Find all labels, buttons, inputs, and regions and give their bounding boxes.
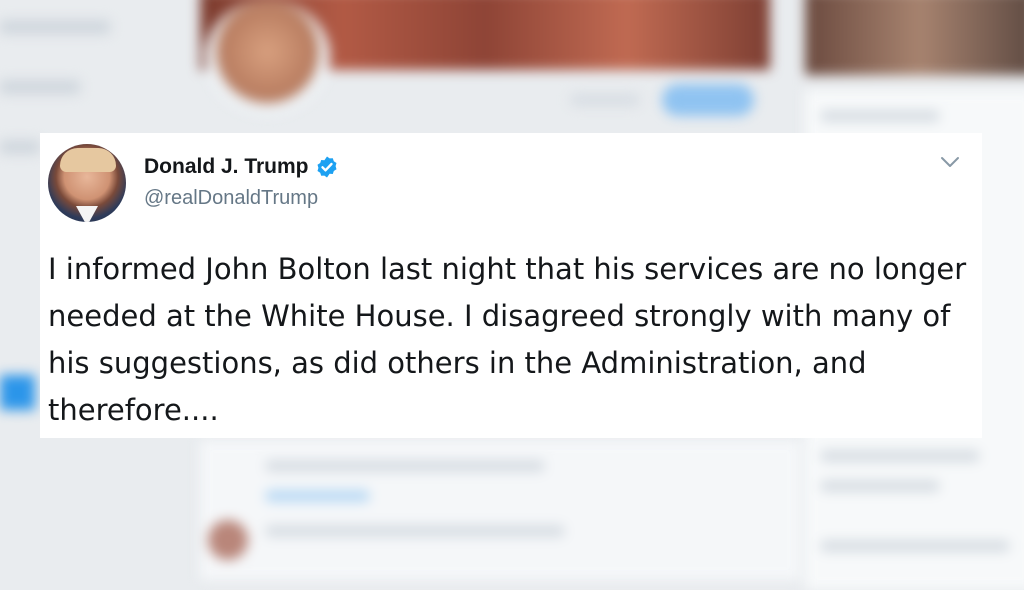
background-blue-tab: [0, 375, 35, 410]
avatar[interactable]: [48, 144, 126, 222]
tweet-card: Donald J. Trump @realDonaldTrump I infor…: [40, 133, 982, 438]
background-panel-heading: [820, 110, 940, 122]
background-tweet-avatar: [208, 520, 248, 560]
background-sidebar-item: [0, 20, 110, 34]
author-row: Donald J. Trump: [144, 155, 339, 179]
background-side-image: [805, 0, 1024, 75]
avatar-collar: [76, 206, 98, 222]
background-follow-button: [662, 84, 754, 116]
author-name[interactable]: Donald J. Trump: [144, 155, 309, 179]
author-handle[interactable]: @realDonaldTrump: [144, 187, 318, 210]
verified-badge-icon: [317, 156, 337, 178]
chevron-down-icon[interactable]: [940, 155, 960, 169]
background-panel-line: [820, 450, 980, 462]
background-profile-avatar: [205, 0, 330, 115]
background-tweet-actions: [265, 460, 545, 472]
background-link: [265, 490, 370, 502]
avatar-hair: [60, 148, 116, 172]
background-panel-line: [820, 540, 1010, 552]
background-sidebar-item: [0, 140, 40, 154]
tweet-text: I informed John Bolton last night that h…: [48, 252, 967, 427]
background-sidebar-item: [0, 80, 80, 94]
background-panel-line: [820, 480, 940, 492]
background-icon-row: [570, 94, 640, 106]
background-tweet-header: [265, 525, 565, 537]
